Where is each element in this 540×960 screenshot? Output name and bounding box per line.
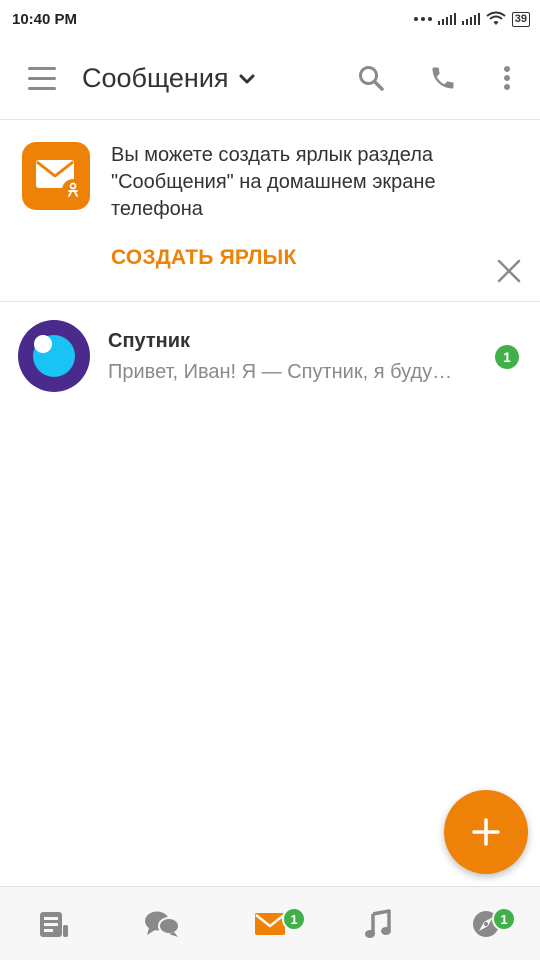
nav-music[interactable] (324, 887, 432, 960)
menu-icon[interactable] (12, 49, 72, 109)
shortcut-banner: Вы можете создать ярлык раздела "Сообщен… (0, 122, 540, 302)
new-message-button[interactable] (444, 790, 528, 874)
nav-discussions[interactable] (108, 887, 216, 960)
discussions-icon (145, 911, 180, 937)
page-title: Сообщения (82, 63, 229, 93)
title-dropdown[interactable]: Сообщения (82, 63, 255, 94)
phone-icon[interactable] (419, 54, 467, 102)
messages-icon (255, 912, 285, 935)
chevron-down-icon (239, 71, 255, 87)
app-toolbar: Сообщения (0, 38, 540, 120)
create-shortcut-button[interactable]: СОЗДАТЬ ЯРЛЫК (111, 246, 296, 270)
battery-icon: 39 (511, 11, 530, 27)
unread-badge: 1 (495, 345, 519, 369)
avatar (18, 320, 90, 392)
messages-app-icon (22, 142, 90, 210)
nav-discover[interactable]: 1 (432, 887, 540, 960)
banner-message: Вы можете создать ярлык раздела "Сообщен… (111, 144, 436, 220)
signal-icon-2 (461, 13, 480, 25)
nav-feed[interactable] (0, 887, 108, 960)
music-icon (365, 908, 391, 938)
chat-name: Спутник (108, 330, 191, 352)
wifi-icon (486, 11, 506, 25)
more-options-icon[interactable] (483, 54, 531, 102)
nav-messages[interactable]: 1 (216, 887, 324, 960)
more-notifications-icon (413, 17, 432, 21)
discover-badge: 1 (492, 907, 516, 931)
status-bar: 10:40 PM 39 (0, 0, 540, 38)
signal-icon (437, 13, 456, 25)
close-icon[interactable] (494, 256, 530, 292)
status-time: 10:40 PM (12, 10, 78, 28)
chat-preview: Привет, Иван! Я — Спутник, я буду… (108, 361, 453, 383)
messages-badge: 1 (282, 907, 306, 931)
search-icon[interactable] (347, 54, 395, 102)
feed-icon (40, 911, 68, 937)
plus-icon (472, 818, 500, 846)
status-icons: 39 (413, 11, 530, 27)
chat-list-item[interactable]: Спутник Привет, Иван! Я — Спутник, я буд… (0, 304, 540, 408)
bottom-nav: 1 1 (0, 886, 540, 960)
